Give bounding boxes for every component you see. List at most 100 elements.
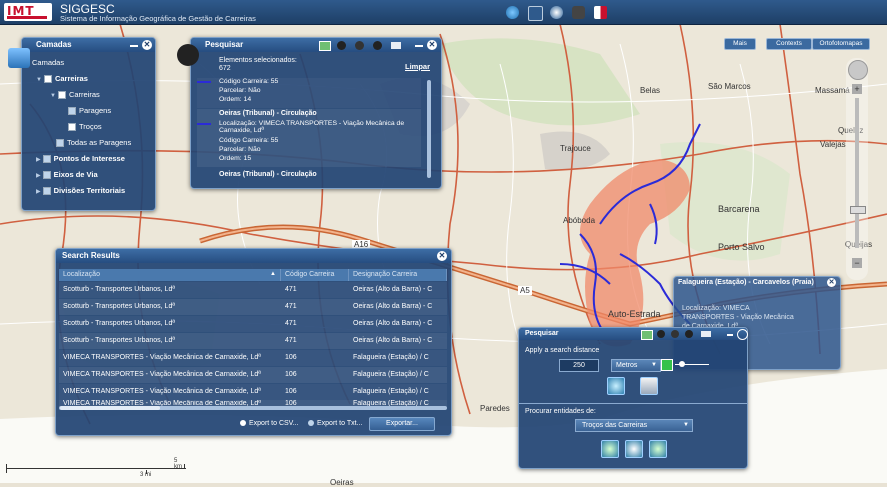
layers-icon: [8, 48, 30, 68]
tree-item-trocos[interactable]: Troços: [68, 122, 102, 132]
tree-item-divisoes[interactable]: ▶ Divisões Territoriais: [36, 186, 125, 196]
scale-top-label: 5 km: [174, 458, 182, 470]
color-swatch[interactable]: [661, 359, 673, 371]
globe-icon[interactable]: [506, 6, 519, 19]
orthophotos-button[interactable]: Ortofotomapas: [812, 38, 870, 50]
checkbox-unchecked[interactable]: [42, 187, 51, 196]
table-row[interactable]: VIMECA TRANSPORTES - Viação Mecânica de …: [59, 384, 447, 400]
zoom-out-icon[interactable]: −: [852, 258, 862, 268]
tree-item-carreiras-sub[interactable]: ▼ Carreiras: [50, 90, 100, 100]
column-header-localizacao[interactable]: Localização: [59, 269, 281, 281]
search-results-list[interactable]: Código Carreira: 55 Parcelar: Não Ordem:…: [197, 78, 421, 180]
column-header-designacao[interactable]: Designação Carreira: [349, 269, 447, 281]
tree-item-todas-paragens[interactable]: Todas as Paragens: [56, 138, 131, 148]
tree-item-pontos-interesse[interactable]: ▶ Pontos de Interesse: [36, 154, 125, 164]
unit-select[interactable]: Metros ▼: [611, 359, 661, 372]
tree-item-paragens[interactable]: Paragens: [68, 106, 111, 116]
chevron-down-icon: ▼: [683, 422, 689, 428]
sort-asc-icon[interactable]: ▲: [270, 271, 276, 277]
entity-select[interactable]: Troços das Carreiras ▼: [575, 419, 693, 432]
map-label: Valejas: [820, 140, 846, 149]
export-button-label: Exportar...: [386, 420, 418, 427]
mais-button[interactable]: Mais: [724, 38, 756, 50]
window-icon[interactable]: [701, 331, 711, 337]
map-label: Abóboda: [563, 216, 596, 225]
tree-item-carreiras[interactable]: ▼ Carreiras: [36, 74, 88, 84]
binoculars-small-icon[interactable]: [373, 41, 382, 50]
binoculars-small-icon[interactable]: [355, 41, 364, 50]
export-button[interactable]: Exportar...: [369, 417, 435, 431]
export-txt-radio[interactable]: Export to Txt...: [308, 420, 362, 427]
checkbox-checked[interactable]: [68, 123, 76, 132]
table-row[interactable]: Scotturb - Transportes Urbanos, Ldª 471 Oe…: [59, 282, 447, 298]
select-line-icon[interactable]: [625, 440, 643, 458]
refresh-icon[interactable]: [737, 329, 748, 340]
close-icon[interactable]: ✕: [142, 40, 152, 50]
search-result-entry[interactable]: Código Carreira: 55 Parcelar: Não Ordem:…: [197, 78, 421, 108]
unit-select-value: Metros: [616, 362, 638, 369]
scrollbar[interactable]: [427, 80, 431, 178]
zoom-slider-track[interactable]: [855, 98, 859, 248]
binoculars-small-icon[interactable]: [337, 41, 346, 50]
close-icon[interactable]: ✕: [827, 278, 836, 287]
checkbox-checked[interactable]: [43, 75, 52, 84]
checkbox-unchecked[interactable]: [68, 107, 76, 116]
checkbox-unchecked[interactable]: [42, 155, 51, 164]
table-row[interactable]: VIMECA TRANSPORTES - Viação Mecânica de …: [59, 350, 447, 366]
scale-bottom-label: 3 mi: [140, 472, 152, 478]
tree-item-eixos-via[interactable]: ▶ Eixos de Via: [36, 170, 98, 180]
table-row[interactable]: VIMECA TRANSPORTES - Viação Mecânica de …: [59, 367, 447, 383]
map-label: Belas: [640, 86, 661, 95]
clear-link[interactable]: Limpar: [405, 62, 430, 71]
close-icon[interactable]: ✕: [427, 40, 437, 50]
zoom-in-icon[interactable]: +: [852, 84, 862, 94]
map-tool-icon[interactable]: [641, 330, 653, 340]
find-entities-label: Procurar entidades de:: [525, 408, 596, 415]
search-result-entry[interactable]: Oeiras (Tribunal) - Circulação Localizaç…: [197, 109, 421, 167]
minimize-icon[interactable]: [727, 334, 733, 336]
select-polygon-icon[interactable]: [649, 440, 667, 458]
slider-handle[interactable]: [679, 361, 685, 367]
binoculars-icon: [177, 44, 199, 66]
search-panel-title: Pesquisar: [191, 38, 441, 52]
results-panel-title: Search Results: [56, 249, 451, 263]
distance-input[interactable]: 250: [559, 359, 599, 372]
window-icon[interactable]: [391, 42, 401, 49]
app-subtitle: Sistema de Informação Geográfica de Gest…: [60, 14, 256, 23]
checkbox-unchecked[interactable]: [42, 171, 51, 180]
export-csv-radio[interactable]: Export to CSV...: [240, 420, 299, 427]
tools-icon[interactable]: [572, 6, 585, 19]
chevron-down-icon: ▼: [651, 362, 657, 368]
compass-icon[interactable]: [550, 6, 563, 19]
minimize-icon[interactable]: [415, 45, 423, 47]
buffer-tool-icon[interactable]: [607, 377, 625, 395]
table-row[interactable]: Scotturb - Transportes Urbanos, Ldª 471 Oe…: [59, 333, 447, 349]
checkbox-checked[interactable]: [57, 91, 66, 100]
binoculars-small-icon[interactable]: [671, 330, 679, 338]
divider: [519, 403, 747, 404]
checkbox-unchecked[interactable]: [56, 139, 64, 148]
trash-icon[interactable]: [640, 377, 658, 395]
select-point-icon[interactable]: [601, 440, 619, 458]
table-row[interactable]: Scotturb - Transportes Urbanos, Ldª 471 Oe…: [59, 299, 447, 315]
result-line: Ordem: 15: [219, 155, 252, 162]
scrollbar-thumb[interactable]: [60, 406, 160, 410]
imt-logo: IMT: [4, 3, 52, 21]
close-icon[interactable]: ✕: [437, 251, 447, 261]
binoculars-small-icon[interactable]: [657, 330, 665, 338]
flag-icon[interactable]: [594, 6, 607, 19]
zoom-control[interactable]: + −: [846, 58, 868, 280]
list-icon[interactable]: [528, 6, 543, 21]
contexts-button[interactable]: Contexts: [766, 38, 812, 50]
result-line: Código Carreira: 55: [219, 78, 279, 85]
table-row[interactable]: Scotturb - Transportes Urbanos, Ldª 471 Oe…: [59, 316, 447, 332]
zoom-slider-handle[interactable]: [850, 206, 866, 214]
result-line: Parcelar: Não: [219, 146, 261, 153]
apply-distance-label: Apply a search distance: [525, 347, 600, 354]
binoculars-small-icon[interactable]: [685, 330, 693, 338]
map-tool-icon[interactable]: [319, 41, 331, 51]
pan-icon[interactable]: [848, 60, 868, 80]
result-line: Código Carreira: 55: [219, 137, 279, 144]
column-header-codigo[interactable]: Código Carreira: [281, 269, 349, 281]
minimize-icon[interactable]: [130, 45, 138, 47]
